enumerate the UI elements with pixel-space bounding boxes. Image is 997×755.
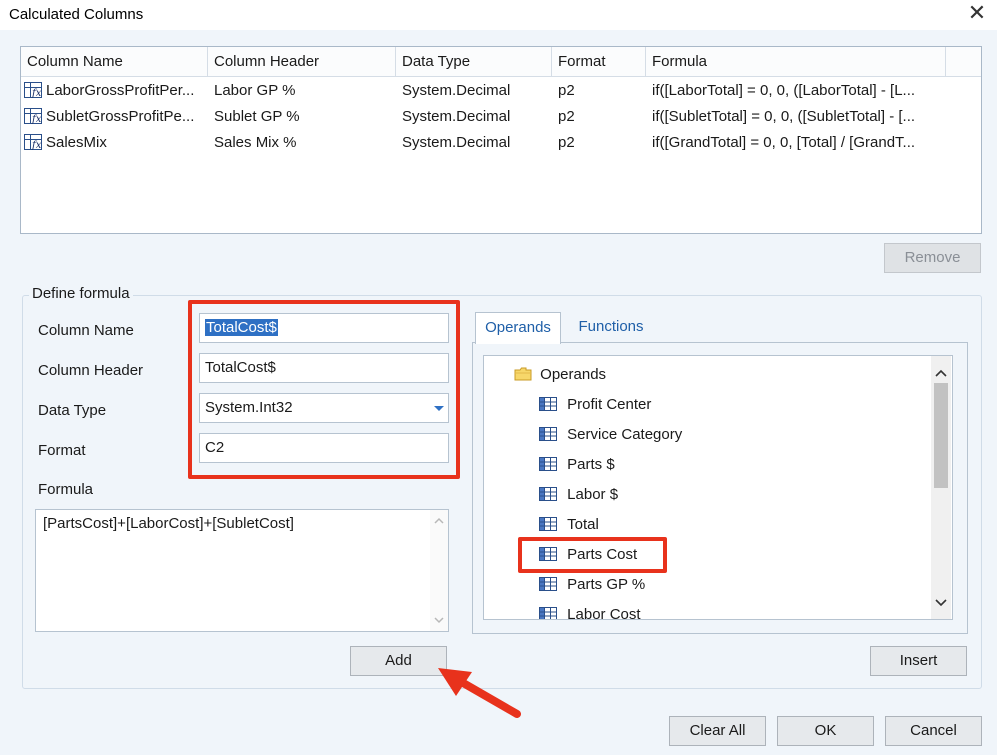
- formula-label: Formula: [38, 481, 94, 498]
- tree-item[interactable]: Total: [539, 510, 599, 540]
- title-bar: [0, 0, 997, 30]
- tree-item[interactable]: Service Category: [539, 420, 682, 450]
- chevron-down-icon[interactable]: [430, 394, 448, 422]
- grid-header: Column Name Column Header Data Type Form…: [21, 47, 981, 77]
- column-header-label: Column Header: [38, 362, 144, 379]
- table-row[interactable]: fx SalesMix Sales Mix % System.Decimal p…: [21, 130, 981, 156]
- tree-item-label: Parts $: [567, 456, 615, 473]
- tree-item-label: Parts GP %: [567, 576, 646, 593]
- tree-item-label: Total: [567, 516, 599, 533]
- tree-item[interactable]: Parts $: [539, 450, 615, 480]
- table-column-icon: [539, 397, 557, 411]
- table-column-icon: [539, 607, 557, 619]
- cell-formula: if([GrandTotal] = 0, 0, [Total] / [Grand…: [652, 134, 916, 151]
- cell-format: p2: [558, 82, 575, 99]
- tree-item[interactable]: Parts GP %: [539, 570, 645, 600]
- tree-item-label: Labor $: [567, 486, 619, 503]
- tree-root-label: Operands: [540, 366, 607, 383]
- data-type-combobox[interactable]: System.Int32: [199, 393, 449, 423]
- folder-icon: [514, 367, 532, 381]
- column-name-value: TotalCost$: [205, 319, 278, 336]
- column-name-input[interactable]: TotalCost$: [199, 313, 449, 343]
- tab-functions[interactable]: Functions: [565, 312, 657, 344]
- tree-item-label: Parts Cost: [567, 546, 638, 563]
- table-column-icon: [539, 547, 557, 561]
- tree-item-parts-cost[interactable]: Parts Cost: [539, 540, 637, 570]
- calculated-column-icon: fx: [24, 134, 42, 150]
- column-header-header[interactable]: Column Header: [208, 47, 396, 77]
- tree-item[interactable]: Labor Cost: [539, 600, 641, 620]
- data-type-label: Data Type: [38, 402, 107, 419]
- window-title: Calculated Columns: [9, 6, 144, 23]
- svg-text:fx: fx: [31, 140, 42, 150]
- tab-operands[interactable]: Operands: [475, 312, 561, 344]
- cell-column-header: Labor GP %: [214, 82, 296, 99]
- column-name-label: Column Name: [38, 322, 134, 339]
- table-row[interactable]: fx LaborGrossProfitPer... Labor GP % Sys…: [21, 78, 981, 104]
- tree-item-label: Service Category: [567, 426, 683, 443]
- clear-all-button[interactable]: Clear All: [669, 716, 766, 746]
- cell-data-type: System.Decimal: [402, 134, 511, 151]
- column-header-spacer: [946, 47, 981, 77]
- cell-format: p2: [558, 134, 575, 151]
- cell-column-name: SalesMix: [46, 134, 107, 151]
- remove-button[interactable]: Remove: [884, 243, 981, 273]
- tree-item[interactable]: Labor $: [539, 480, 618, 510]
- svg-text:fx: fx: [31, 114, 42, 124]
- tree-item-label: Labor Cost: [567, 606, 641, 620]
- cell-formula: if([SubletTotal] = 0, 0, ([SubletTotal] …: [652, 108, 916, 125]
- table-column-icon: [539, 487, 557, 501]
- cell-data-type: System.Decimal: [402, 82, 511, 99]
- arrow-annotation-icon: [438, 668, 521, 718]
- tree-item[interactable]: Profit Center: [539, 390, 651, 420]
- column-header-formula[interactable]: Formula: [646, 47, 946, 77]
- svg-text:fx: fx: [31, 88, 42, 98]
- data-type-value: System.Int32: [205, 399, 293, 416]
- table-column-icon: [539, 577, 557, 591]
- formula-textarea[interactable]: [PartsCost]+[LaborCost]+[SubletCost]: [35, 509, 449, 632]
- cell-formula: if([LaborTotal] = 0, 0, ([LaborTotal] - …: [652, 82, 916, 99]
- column-header-name[interactable]: Column Name: [21, 47, 208, 77]
- column-header-type[interactable]: Data Type: [396, 47, 552, 77]
- column-header-format[interactable]: Format: [552, 47, 646, 77]
- insert-button[interactable]: Insert: [870, 646, 967, 676]
- operands-tree[interactable]: Operands Profit Center Service Category …: [483, 355, 953, 620]
- column-header-input[interactable]: TotalCost$: [199, 353, 449, 383]
- calculated-column-icon: fx: [24, 108, 42, 124]
- ok-button[interactable]: OK: [777, 716, 874, 746]
- define-formula-label: Define formula: [29, 285, 133, 302]
- table-column-icon: [539, 457, 557, 471]
- cell-column-header: Sublet GP %: [214, 108, 300, 125]
- cell-column-header: Sales Mix %: [214, 134, 297, 151]
- cancel-button[interactable]: Cancel: [885, 716, 982, 746]
- close-icon[interactable]: ✕: [965, 2, 989, 26]
- tree-scrollbar[interactable]: [931, 356, 951, 619]
- calculated-column-icon: fx: [24, 82, 42, 98]
- formula-scrollbar[interactable]: [430, 510, 448, 631]
- table-row[interactable]: fx SubletGrossProfitPe... Sublet GP % Sy…: [21, 104, 981, 130]
- calculated-columns-grid[interactable]: Column Name Column Header Data Type Form…: [20, 46, 982, 234]
- table-column-icon: [539, 517, 557, 531]
- cell-column-name: SubletGrossProfitPe...: [46, 108, 195, 125]
- cell-data-type: System.Decimal: [402, 108, 511, 125]
- cell-column-name: LaborGrossProfitPer...: [46, 82, 195, 99]
- cell-format: p2: [558, 108, 575, 125]
- format-input[interactable]: C2: [199, 433, 449, 463]
- tree-root-operands[interactable]: Operands: [514, 360, 606, 390]
- tree-item-label: Profit Center: [567, 396, 652, 413]
- table-column-icon: [539, 427, 557, 441]
- format-label: Format: [38, 442, 86, 459]
